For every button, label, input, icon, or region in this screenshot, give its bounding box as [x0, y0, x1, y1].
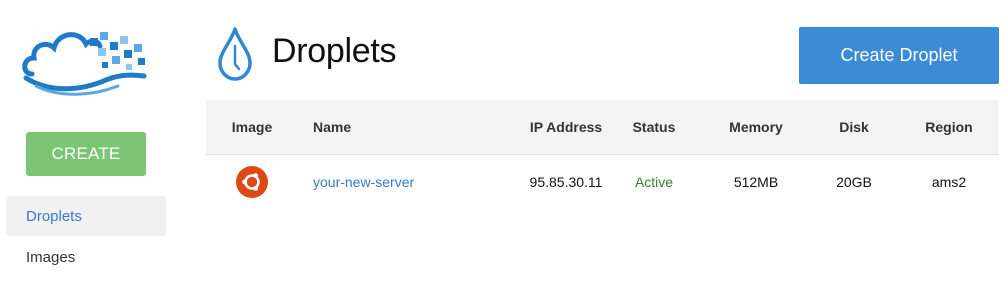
- page-title: Droplets: [272, 32, 397, 70]
- sidebar-item-label: Images: [26, 248, 76, 266]
- ubuntu-icon: [236, 166, 268, 198]
- memory-cell: 512MB: [733, 174, 779, 190]
- column-header-status: Status: [632, 119, 676, 135]
- column-header-memory: Memory: [729, 119, 783, 135]
- droplets-table: Image Name IP Address Status Memory Disk…: [206, 100, 999, 209]
- droplet-icon: [216, 26, 254, 82]
- app: CREATE Droplets Images Droplets Create D…: [0, 0, 1008, 283]
- region-cell: ams2: [931, 174, 967, 190]
- status-cell: Active: [634, 174, 674, 190]
- name-cell: your-new-server: [313, 155, 493, 209]
- sidebar-item-label: Droplets: [26, 207, 82, 225]
- logo-icon[interactable]: [18, 18, 158, 98]
- column-header-region: Region: [925, 119, 973, 135]
- create-button[interactable]: CREATE: [26, 132, 146, 176]
- table-header: Image Name IP Address Status Memory Disk…: [206, 100, 999, 155]
- sidebar-item-images[interactable]: Images: [6, 237, 166, 277]
- sidebar-item-droplets[interactable]: Droplets: [6, 196, 166, 236]
- create-droplet-button[interactable]: Create Droplet: [799, 27, 999, 84]
- image-cell: [206, 155, 298, 209]
- column-header-image: Image: [231, 119, 273, 135]
- disk-cell: 20GB: [836, 174, 872, 190]
- droplet-name-link[interactable]: your-new-server: [313, 174, 414, 190]
- column-header-name: Name: [313, 119, 352, 135]
- column-header-disk: Disk: [839, 119, 869, 135]
- table-row[interactable]: your-new-server 95.85.30.11 Active 512MB…: [206, 155, 999, 209]
